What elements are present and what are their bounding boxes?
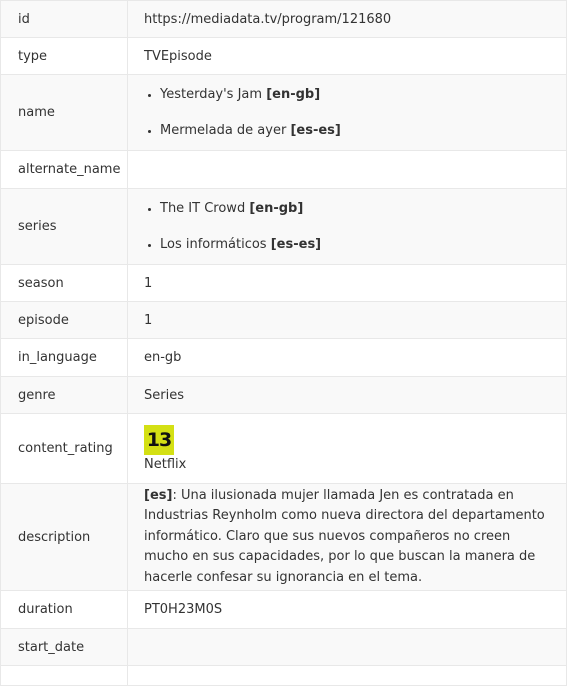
- row-name: name Yesterday's Jam [en-gb] Mermelada d…: [0, 74, 567, 151]
- series-text: Los informáticos: [160, 237, 267, 252]
- value-description: [es]: Una ilusionada mujer llamada Jen e…: [127, 483, 567, 591]
- row-duration: duration PT0H23M0S: [0, 590, 567, 629]
- lang-tag: [es-es]: [270, 237, 322, 252]
- key-series: series: [0, 188, 128, 265]
- description-text: : Una ilusionada mujer llamada Jen es co…: [144, 487, 545, 585]
- value-content-rating: 13 Netflix: [127, 413, 567, 484]
- key-genre: genre: [0, 376, 128, 414]
- list-item: Mermelada de ayer [es-es]: [160, 122, 558, 139]
- row-description: description [es]: Una ilusionada mujer l…: [0, 483, 567, 591]
- series-list: The IT Crowd [en-gb] Los informáticos [e…: [144, 200, 558, 253]
- properties-table: id https://mediadata.tv/program/121680 t…: [0, 0, 567, 686]
- row-genre: genre Series: [0, 376, 567, 414]
- list-item: The IT Crowd [en-gb]: [160, 200, 558, 217]
- value-series: The IT Crowd [en-gb] Los informáticos [e…: [127, 188, 567, 265]
- rating-13-icon: 13: [144, 424, 174, 455]
- lang-tag: [en-gb]: [266, 87, 321, 102]
- lang-tag: [es]: [144, 487, 173, 503]
- value-episode: 1: [127, 301, 567, 339]
- key-description: description: [0, 483, 128, 591]
- lang-tag: [en-gb]: [249, 201, 304, 216]
- row-content-rating: content_rating 13 Netflix: [0, 413, 567, 484]
- name-list: Yesterday's Jam [en-gb] Mermelada de aye…: [144, 86, 558, 139]
- key-type: type: [0, 37, 128, 75]
- series-text: The IT Crowd: [160, 201, 246, 216]
- row-next: [0, 665, 567, 686]
- value-name: Yesterday's Jam [en-gb] Mermelada de aye…: [127, 74, 567, 151]
- value-duration: PT0H23M0S: [127, 590, 567, 629]
- value-start-date: [127, 628, 567, 666]
- name-text: Mermelada de ayer: [160, 123, 287, 138]
- row-id: id https://mediadata.tv/program/121680: [0, 0, 567, 38]
- list-item: Los informáticos [es-es]: [160, 236, 558, 253]
- value-season: 1: [127, 264, 567, 302]
- row-start-date: start_date: [0, 628, 567, 666]
- lang-tag: [es-es]: [290, 123, 341, 138]
- value-in-language: en-gb: [127, 338, 567, 377]
- row-episode: episode 1: [0, 301, 567, 339]
- list-item: Yesterday's Jam [en-gb]: [160, 86, 558, 103]
- value-type: TVEpisode: [127, 37, 567, 75]
- row-series: series The IT Crowd [en-gb] Los informát…: [0, 188, 567, 265]
- key-duration: duration: [0, 590, 128, 629]
- key-episode: episode: [0, 301, 128, 339]
- value-genre: Series: [127, 376, 567, 414]
- key-season: season: [0, 264, 128, 302]
- name-text: Yesterday's Jam: [160, 87, 263, 102]
- key-name: name: [0, 74, 128, 151]
- rating-source: Netflix: [144, 456, 187, 472]
- value-alternate-name: [127, 150, 567, 189]
- key-start-date: start_date: [0, 628, 128, 666]
- key-alternate-name: alternate_name: [0, 150, 128, 189]
- row-in-language: in_language en-gb: [0, 338, 567, 377]
- value-id: https://mediadata.tv/program/121680: [127, 0, 567, 38]
- key-content-rating: content_rating: [0, 413, 128, 484]
- row-alternate-name: alternate_name: [0, 150, 567, 189]
- key-id: id: [0, 0, 128, 38]
- key-in-language: in_language: [0, 338, 128, 377]
- row-season: season 1: [0, 264, 567, 302]
- row-type: type TVEpisode: [0, 37, 567, 75]
